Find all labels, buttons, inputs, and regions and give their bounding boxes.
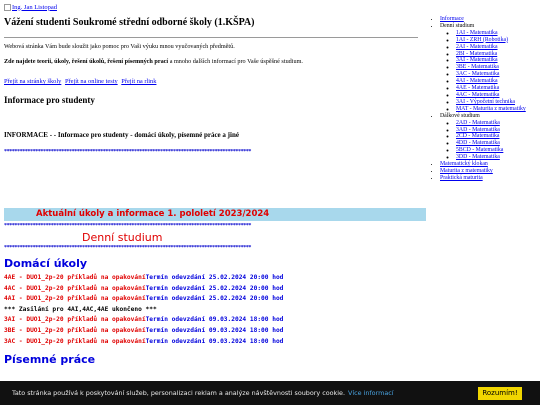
sidebar-menu: Informace Denní studium 1AI - Matematika… (432, 16, 536, 182)
sidebar-item-5bcd-mat[interactable]: 5BCD - Matematika (456, 147, 503, 153)
intro-bold: Zde najdete teorii, úkoly, řešení úkolů,… (4, 58, 169, 65)
sidebar-item-3be-mat[interactable]: 3BE - Matematika (456, 64, 499, 70)
links-row: Přejít na stránky školy Přejít na online… (4, 77, 430, 86)
logo[interactable]: Ing. Jan Listopad (4, 0, 430, 14)
sidebar-item-3ac-mat[interactable]: 3AC - Matematika (456, 71, 499, 77)
sidebar-item-4ae-mat[interactable]: 4AE - Matematika (456, 85, 499, 91)
main-content: Ing. Jan Listopad Vážení studenti Soukro… (4, 0, 430, 367)
task-list: 4AE - DUO1_2p-20 příkladů na opakováníTe… (4, 273, 430, 347)
sidebar-item-informace[interactable]: Informace (440, 16, 464, 22)
sidebar-item-1ai-zrh[interactable]: 1AI - ZRH (Robotika) (456, 37, 508, 43)
intro-text-2: Zde najdete teorii, úkoly, řešení úkolů,… (4, 57, 430, 66)
task-item: 3AC - DUO1_2p-20 příkladů na opakováníTe… (4, 337, 284, 345)
section-heading: Informace pro studenty (4, 95, 95, 105)
sidebar-item-2ad-mat[interactable]: 2AD - Matematika (456, 120, 500, 126)
sidebar-item-4ai-mat[interactable]: 4AI - Matematika (456, 78, 498, 84)
sidebar-item-3ai-vt[interactable]: 3AI - Výpočetní technika (456, 99, 515, 105)
task-item: 4AI - DUO1_2p-20 příkladů na opakováníTe… (4, 295, 284, 303)
online-tests-link[interactable]: Přejít na online testy (65, 78, 118, 85)
task-item: 4AE - DUO1_2p-20 příkladů na opakováníTe… (4, 274, 284, 281)
separator-stars: ****************************************… (4, 245, 252, 251)
page-title: Vážení studenti Soukromé střední odborné… (4, 17, 255, 28)
task-item: 3BE - DUO1_2p-20 příkladů na opakováníTe… (4, 326, 284, 334)
sidebar-item-3ad-mat[interactable]: 3AD - Matematika (456, 127, 500, 133)
task-note: *** Zasilání pro 4AI,4AC,4AE ukončeno **… (4, 305, 157, 313)
intro-text: Webová stránka Vám bude sloužit jako pom… (4, 43, 235, 50)
intro-rest: a mnoho dalších informací pro Vaše úspěš… (168, 58, 303, 65)
sidebar-group-denni: Denní studium (440, 22, 475, 29)
broken-image-icon (4, 3, 11, 11)
divider (4, 37, 418, 38)
sidebar-item-4ac-mat[interactable]: 4AC - Matematika (456, 92, 499, 98)
sidebar-item-2cd-mat[interactable]: 2CD - Matematika (456, 133, 499, 139)
sidebar-item-2ai-mat[interactable]: 2AI - Matematika (456, 44, 498, 50)
rlink-link[interactable]: Přejít na rlink (121, 78, 156, 85)
sidebar-item-2bi-mat[interactable]: 2BI - Matematika (456, 51, 497, 57)
school-link[interactable]: Přejít na stránky školy (4, 78, 61, 85)
sidebar-item-4dd-mat[interactable]: 4DD - Matematika (456, 140, 500, 146)
logo-link[interactable]: Ing. Jan Listopad (12, 4, 57, 11)
sidebar-item-klokan[interactable]: Matematický klokan (440, 161, 488, 167)
task-item: 4AC - DUO1_2p-20 příkladů na opakováníTe… (4, 284, 284, 292)
task-item: 3AI - DUO1_2p-20 příkladů na opakováníTe… (4, 316, 284, 324)
sidebar-item-1ai-mat[interactable]: 1AI - Matematika (456, 30, 498, 36)
banner: Aktuální úkoly a informace 1. pololetí 2… (4, 208, 426, 221)
cookie-more-link[interactable]: Více informací (348, 389, 394, 397)
sidebar-item-maturita[interactable]: Maturita z matematiky (440, 168, 493, 174)
separator-stars: ****************************************… (4, 149, 252, 155)
sidebar-item-mat-maturita[interactable]: MAT - Maturita z matematiky (456, 106, 526, 112)
sidebar-item-prakticka[interactable]: Praktická maturita (440, 175, 483, 181)
homework-heading: Domácí úkoly (4, 257, 88, 270)
cookie-accept-button[interactable]: Rozumím! (478, 387, 522, 400)
cookie-bar: Tato stránka používá k poskytování služe… (0, 381, 540, 405)
sidebar-item-3dd-mat[interactable]: 3DD - Matematika (456, 154, 500, 160)
sidebar-group-dalkove: Dálkové studium (440, 112, 480, 119)
denni-heading: Denní studium (82, 231, 163, 244)
cookie-text: Tato stránka používá k poskytování služe… (12, 389, 345, 397)
info-line: INFORMACE - - Informace pro studenty - d… (4, 131, 239, 139)
sidebar-item-3ai-mat[interactable]: 3AI - Matematika (456, 57, 498, 63)
separator-stars: ****************************************… (4, 223, 252, 229)
tests-heading: Písemné práce (4, 353, 96, 367)
